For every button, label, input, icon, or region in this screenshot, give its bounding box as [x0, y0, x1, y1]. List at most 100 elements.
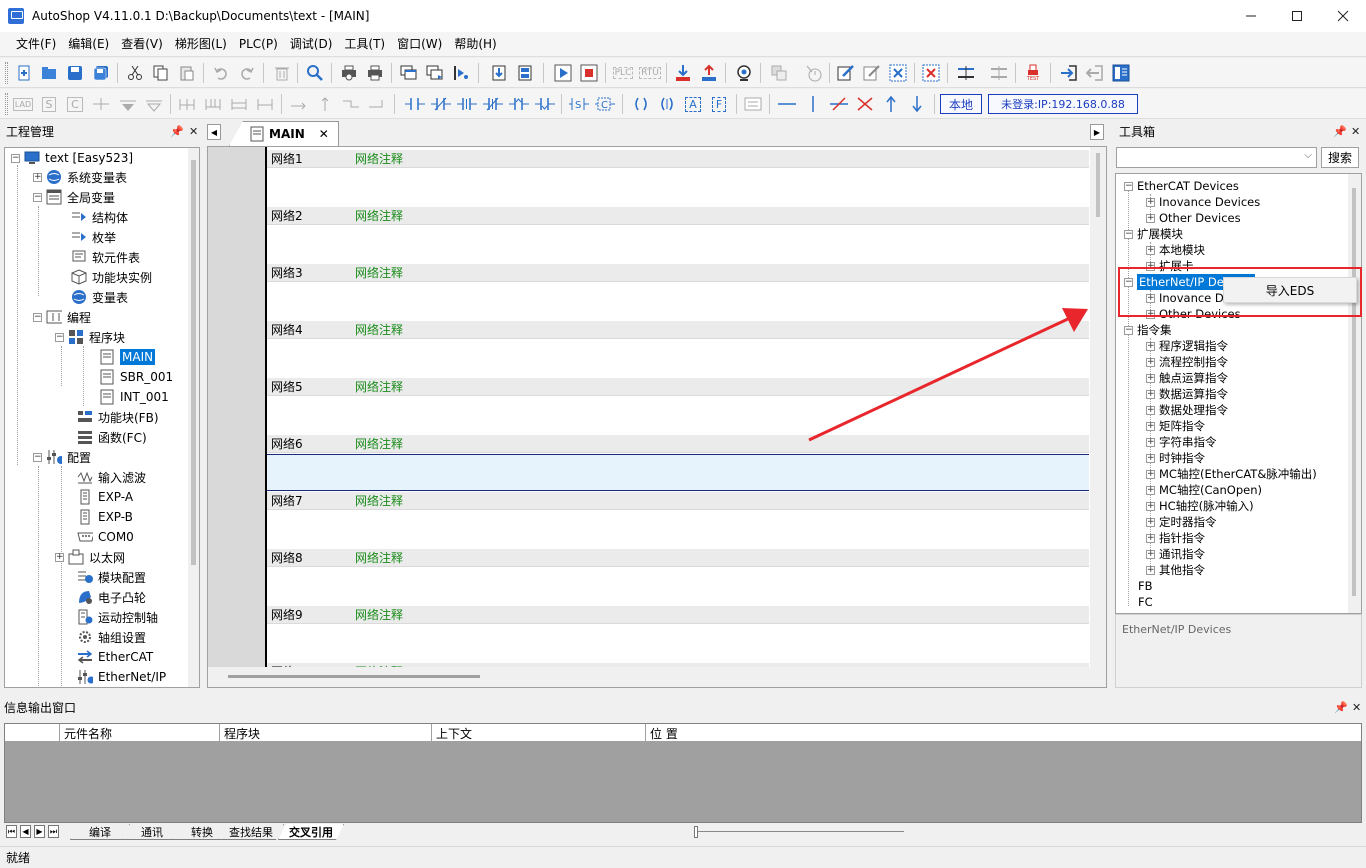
expand-icon[interactable]: + — [1146, 373, 1155, 383]
test-button[interactable]: TEST — [1022, 62, 1044, 84]
expand-icon[interactable]: + — [1146, 437, 1155, 447]
s-box-button[interactable]: S — [38, 93, 60, 115]
toolbar-grip[interactable] — [5, 93, 8, 115]
toolbox-expansion-modules[interactable]: − 扩展模块 — [1124, 226, 1183, 242]
network-3[interactable]: 网络3 网络注释 — [267, 264, 1089, 282]
expand-icon[interactable]: + — [1146, 213, 1155, 223]
tree-item-config[interactable]: − 配置 — [33, 447, 91, 467]
c-box-button[interactable]: C — [64, 93, 86, 115]
toolbox-timer-instr[interactable]: + 定时器指令 — [1146, 514, 1217, 530]
tree-item-enum[interactable]: 枚举 — [71, 227, 116, 247]
tree-item-input-filter[interactable]: 输入滤波 — [77, 467, 146, 487]
write-mode-button[interactable] — [861, 62, 883, 84]
network-7[interactable]: 网络7 网络注释 — [267, 492, 1089, 510]
undo-button[interactable] — [210, 62, 232, 84]
menu-help[interactable]: 帮助(H) — [448, 32, 502, 57]
collapse-icon[interactable]: − — [33, 312, 42, 322]
draw-hline-button[interactable] — [776, 93, 798, 115]
move-down-outline-button[interactable] — [143, 93, 165, 115]
network-comment[interactable]: 网络注释 — [355, 492, 403, 509]
toolbox-mc-ethercat[interactable]: + MC轴控(EtherCAT&脉冲输出) — [1146, 466, 1317, 482]
toolbox-string-instr[interactable]: + 字符串指令 — [1146, 434, 1217, 450]
tree-item-device-table[interactable]: 软元件表 — [71, 247, 140, 267]
network-comment[interactable]: 网络注释 — [355, 549, 403, 566]
contact-nc-button[interactable] — [430, 93, 452, 115]
tab-nav-last[interactable]: ⏭ — [48, 825, 59, 838]
pin-icon[interactable]: 📌 — [1334, 701, 1348, 714]
expand-icon[interactable]: + — [1146, 341, 1155, 351]
coil-button[interactable] — [630, 93, 652, 115]
save-all-button[interactable] — [90, 62, 112, 84]
func-a-button[interactable]: A — [682, 93, 704, 115]
collapse-icon[interactable]: − — [33, 452, 42, 462]
expand-icon[interactable]: + — [1146, 469, 1155, 479]
tree-item-var-table[interactable]: 变量表 — [71, 287, 128, 307]
stop-button[interactable] — [578, 62, 600, 84]
selected-rung[interactable] — [267, 454, 1089, 491]
tree-item-fb[interactable]: 功能块(FB) — [77, 407, 159, 427]
clear-button[interactable] — [920, 62, 942, 84]
tab-communication[interactable]: 通讯 — [122, 824, 182, 840]
close-button[interactable] — [1320, 0, 1366, 32]
tree-item-fc[interactable]: 函数(FC) — [77, 427, 147, 447]
upload-button[interactable] — [698, 62, 720, 84]
s-contact-button[interactable]: S — [568, 93, 590, 115]
menu-plc[interactable]: PLC(P) — [233, 32, 284, 57]
collapse-icon[interactable]: − — [1124, 181, 1133, 191]
toolbox-matrix-instr[interactable]: + 矩阵指令 — [1146, 418, 1205, 434]
expand-icon[interactable]: + — [1146, 485, 1155, 495]
project-tree-scrollbar[interactable] — [188, 148, 199, 687]
close-icon[interactable]: ✕ — [189, 125, 198, 138]
toolbox-logic-instr[interactable]: + 程序逻辑指令 — [1146, 338, 1228, 354]
menu-tools[interactable]: 工具(T) — [338, 32, 391, 57]
toolbox-flow-instr[interactable]: + 流程控制指令 — [1146, 354, 1228, 370]
find-button[interactable] — [304, 62, 326, 84]
coil-invert-button[interactable] — [656, 93, 678, 115]
tree-item-main[interactable]: MAIN — [99, 347, 156, 367]
run-button[interactable] — [552, 62, 574, 84]
print-preview-button[interactable] — [338, 62, 360, 84]
column-header-position[interactable]: 位 置 — [645, 724, 1361, 742]
splitter-handle[interactable] — [694, 826, 698, 838]
download-button[interactable] — [672, 62, 694, 84]
network-1[interactable]: 网络1 网络注释 — [267, 150, 1089, 168]
insert-col-button[interactable] — [202, 93, 224, 115]
line-down-button[interactable] — [906, 93, 928, 115]
tab-compile[interactable]: 编译 — [70, 824, 130, 840]
tree-item-ethernet[interactable]: + 以太网 — [55, 547, 125, 567]
expand-icon[interactable]: + — [1146, 533, 1155, 543]
tree-item-com0[interactable]: COM0 — [77, 527, 134, 547]
insert-row-button[interactable] — [176, 93, 198, 115]
redo-button[interactable] — [236, 62, 258, 84]
network-comment[interactable]: 网络注释 — [355, 378, 403, 395]
tab-scroll-right-button[interactable]: ▶ — [1090, 124, 1104, 140]
contact-f-button[interactable] — [482, 93, 504, 115]
align-button[interactable] — [955, 62, 977, 84]
network-comment[interactable]: 网络注释 — [355, 321, 403, 338]
network-comment[interactable]: 网络注释 — [355, 150, 403, 167]
login-button[interactable] — [1058, 62, 1080, 84]
toolbox-fb[interactable]: FB — [1138, 578, 1153, 594]
contact-no-button[interactable] — [404, 93, 426, 115]
expand-icon[interactable]: + — [1146, 517, 1155, 527]
pin-icon[interactable]: 📌 — [170, 125, 184, 138]
tab-scroll-left-button[interactable]: ◀ — [207, 124, 221, 140]
scrollbar-thumb[interactable] — [1352, 188, 1356, 596]
column-header-program-block[interactable]: 程序块 — [219, 724, 431, 742]
tree-item-program-block[interactable]: − 程序块 — [55, 327, 125, 347]
tree-item-system-vars[interactable]: + 系统变量表 — [33, 167, 127, 187]
toolbox-fc[interactable]: FC — [1138, 594, 1153, 610]
menu-window[interactable]: 窗口(W) — [391, 32, 448, 57]
toolbox-ethercat-inovance[interactable]: + Inovance Devices — [1146, 194, 1260, 210]
expand-icon[interactable]: + — [55, 552, 64, 562]
toolbox-local-module[interactable]: + 本地模块 — [1146, 242, 1205, 258]
tab-nav-next[interactable]: ▶ — [34, 825, 45, 838]
toolbox-pointer-instr[interactable]: + 指针指令 — [1146, 530, 1205, 546]
expand-icon[interactable]: + — [1146, 453, 1155, 463]
menu-view[interactable]: 查看(V) — [115, 32, 169, 57]
menu-ladder[interactable]: 梯形图(L) — [169, 32, 233, 57]
tree-item-int[interactable]: INT_001 — [99, 387, 169, 407]
info-hscrollbar[interactable] — [694, 831, 904, 832]
tab-nav-first[interactable]: ⏮ — [6, 825, 17, 838]
online-edit-button[interactable] — [768, 62, 790, 84]
